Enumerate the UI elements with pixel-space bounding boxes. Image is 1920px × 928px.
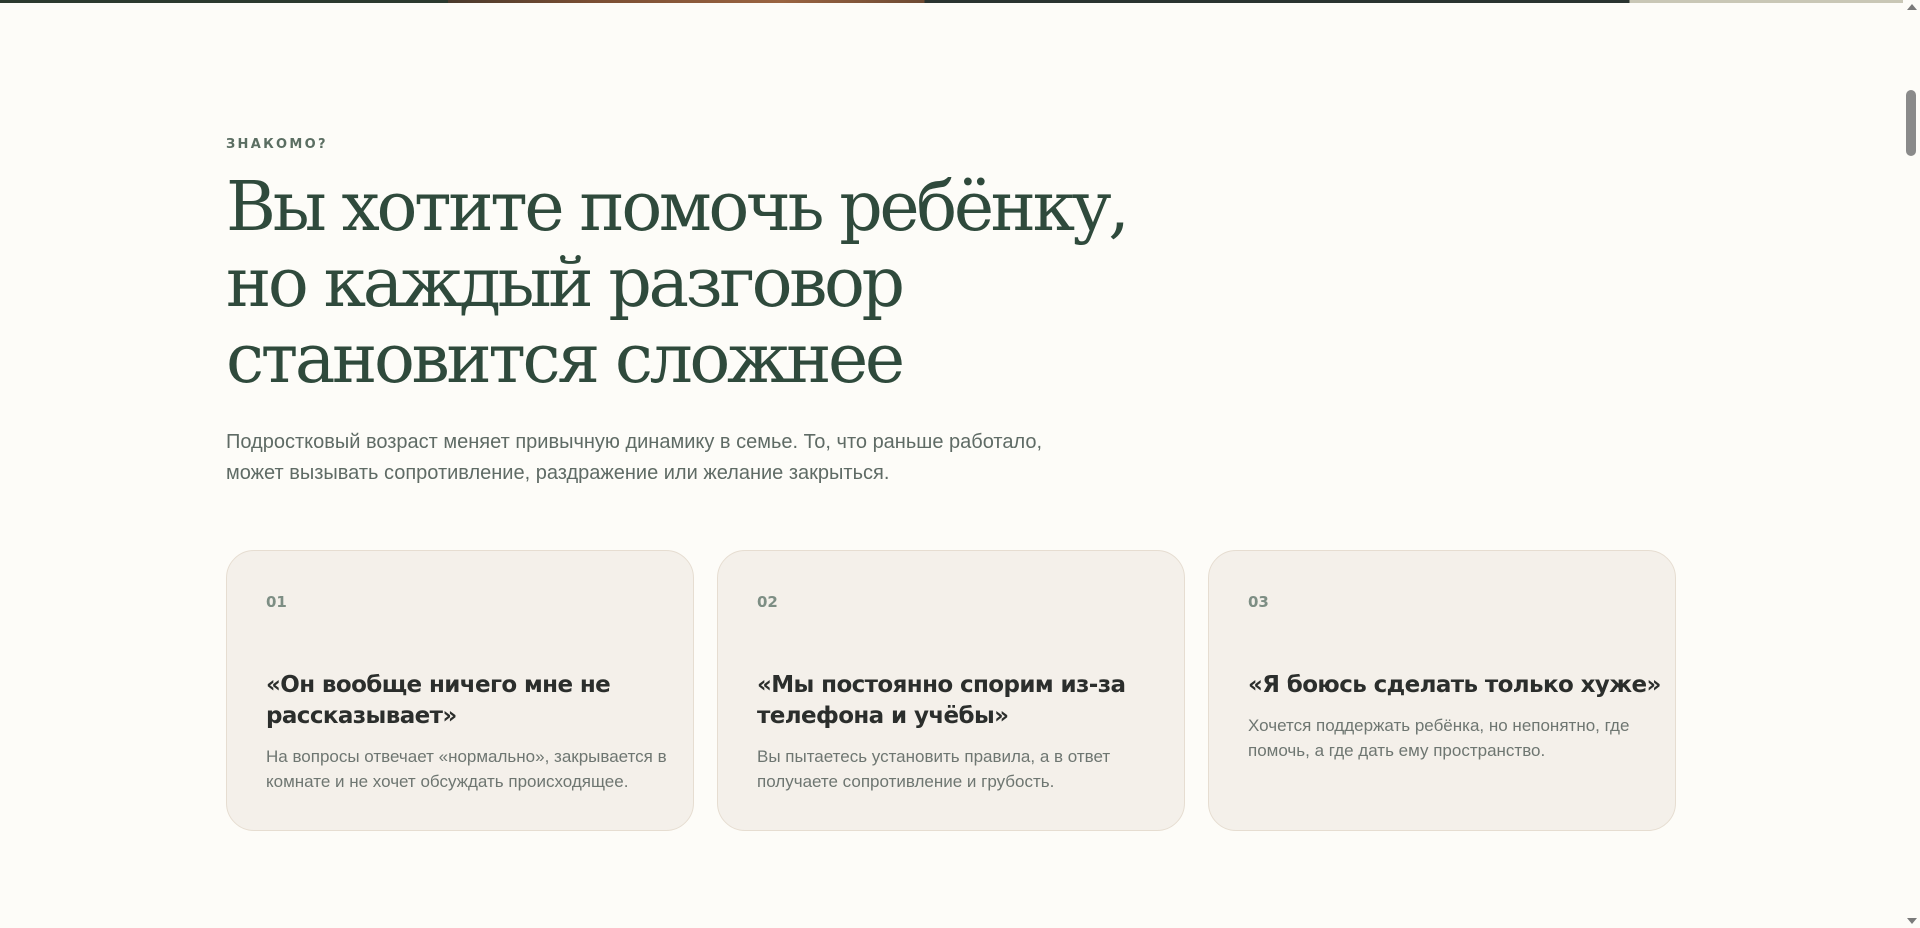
scroll-down-arrow-icon[interactable]: [1907, 918, 1917, 924]
card-text-line: получаете сопротивление и грубость.: [757, 772, 1055, 791]
card-title-line: «Он вообще ничего мне не: [266, 672, 611, 698]
scrollbar-thumb[interactable]: [1906, 90, 1916, 156]
problem-cards: 01 «Он вообще ничего мне не рассказывает…: [226, 550, 1676, 833]
card-number: 03: [1248, 593, 1269, 611]
hero-image-bottom-edge: [0, 0, 1906, 3]
card-title-line: телефона и учёбы»: [757, 703, 1009, 729]
card-title-line: «Мы постоянно спорим из-за: [757, 672, 1126, 698]
card-title: «Он вообще ничего мне не рассказывает» Н…: [266, 670, 667, 794]
problem-card-3: 03 «Я боюсь сделать только хуже» Хочется…: [1208, 550, 1676, 831]
headline-line: Вы хотите помочь ребёнку,: [226, 168, 1130, 247]
scroll-up-arrow-icon[interactable]: [1907, 4, 1917, 10]
card-title: «Я боюсь сделать только хуже» Хочется по…: [1248, 670, 1661, 763]
page: ЗНАКОМО? Вы хотите помочь ребёнку, но ка…: [0, 0, 1920, 928]
section-lead: Подростковый возраст меняет привычную ди…: [226, 427, 1126, 489]
section-headline: Вы хотите помочь ребёнку, но каждый разг…: [226, 170, 1226, 398]
card-text-line: помочь, а где дать ему пространство.: [1248, 741, 1546, 760]
card-text-line: комнате и не хочет обсуждать происходяще…: [266, 772, 629, 791]
card-title: «Мы постоянно спорим из-за телефона и уч…: [757, 670, 1157, 794]
card-text: Хочется поддержать ребёнка, но непонятно…: [1248, 713, 1648, 763]
page-scrollbar[interactable]: [1903, 0, 1920, 928]
problem-card-1: 01 «Он вообще ничего мне не рассказывает…: [226, 550, 694, 831]
card-text-line: Вы пытаетесь установить правила, а в отв…: [757, 747, 1111, 766]
card-number: 01: [266, 593, 287, 611]
card-title-line: «Я боюсь сделать только хуже»: [1248, 672, 1661, 698]
lead-line: может вызывать сопротивление, раздражени…: [226, 462, 890, 484]
card-text-line: Хочется поддержать ребёнка, но непонятно…: [1248, 716, 1630, 735]
section-eyebrow: ЗНАКОМО?: [226, 137, 328, 152]
headline-line: но каждый разговор: [226, 244, 905, 323]
card-number: 02: [757, 593, 778, 611]
problem-card-2: 02 «Мы постоянно спорим из-за телефона и…: [717, 550, 1185, 831]
card-text: На вопросы отвечает «нормально», закрыва…: [266, 744, 667, 794]
lead-line: Подростковый возраст меняет привычную ди…: [226, 431, 1043, 453]
card-text: Вы пытаетесь установить правила, а в отв…: [757, 744, 1157, 794]
card-title-line: рассказывает»: [266, 703, 457, 729]
card-text-line: На вопросы отвечает «нормально», закрыва…: [266, 747, 667, 766]
headline-line: становится сложнее: [226, 320, 905, 399]
